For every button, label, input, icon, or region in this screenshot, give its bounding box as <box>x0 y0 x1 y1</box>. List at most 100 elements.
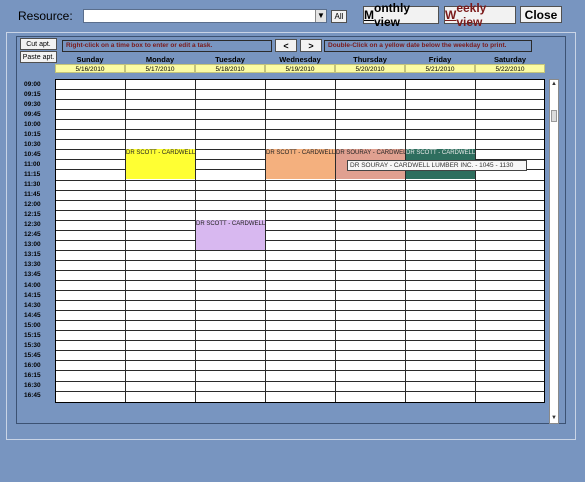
time-label: 16:15 <box>24 371 41 379</box>
monthly-hotkey: M <box>364 8 374 22</box>
day-name: Wednesday <box>279 55 321 64</box>
chevron-down-icon[interactable]: ▼ <box>315 10 326 22</box>
weekly-view-button[interactable]: Weekly view <box>444 1 516 29</box>
monthly-label: onthly view <box>374 1 410 29</box>
time-label: 10:15 <box>24 130 41 138</box>
time-label: 13:45 <box>24 271 41 279</box>
time-label: 14:15 <box>24 291 41 299</box>
week-grid[interactable]: DR SCOTT - CARDWELL DR SCOTT - CARDWELL DR… <box>55 79 545 403</box>
time-label: 11:30 <box>24 181 41 188</box>
time-label: 12:45 <box>24 231 41 239</box>
monthly-view-button[interactable]: Monthly view <box>363 1 439 29</box>
day-date[interactable]: 5/18/2010 <box>195 64 265 73</box>
day-header: Sunday 5/16/2010 <box>55 55 125 73</box>
day-date[interactable]: 5/20/2010 <box>335 64 405 73</box>
edit-hint: Right-click on a time box to enter or ed… <box>62 40 272 52</box>
time-label: 09:00 <box>24 80 41 88</box>
time-label: 13:15 <box>24 251 41 259</box>
cut-appointment-button[interactable]: Cut apt. <box>20 38 57 50</box>
grid-row-line <box>56 360 544 362</box>
grid-row-line <box>56 99 544 101</box>
time-label: 15:00 <box>24 321 41 329</box>
day-header: Saturday 5/22/2010 <box>475 55 545 73</box>
day-date[interactable]: 5/21/2010 <box>405 64 475 73</box>
time-label: 12:15 <box>24 211 41 219</box>
time-label: 10:00 <box>24 120 41 128</box>
weekly-hotkey: W <box>445 8 457 22</box>
resource-dropdown[interactable]: ▼ <box>83 9 327 23</box>
time-label: 15:30 <box>24 341 41 349</box>
grid-row-line <box>56 370 544 372</box>
grid-column-line <box>475 80 476 402</box>
appointment-block[interactable]: DR SCOTT - CARDWELL <box>266 149 335 180</box>
day-date[interactable]: 5/17/2010 <box>125 64 195 73</box>
grid-row-line <box>56 139 544 141</box>
grid-column-line <box>405 80 406 402</box>
time-label: 11:45 <box>24 191 41 199</box>
grid-row-line <box>56 249 544 251</box>
grid-row-line <box>56 300 544 302</box>
time-label: 14:30 <box>24 301 41 309</box>
grid-row-line <box>56 89 544 91</box>
time-label: 12:00 <box>24 201 41 209</box>
time-label: 16:45 <box>24 392 41 400</box>
vertical-scrollbar[interactable]: ▲ ▼ <box>549 79 559 424</box>
weekly-label: eekly view <box>456 1 487 29</box>
day-header: Thursday 5/20/2010 <box>335 55 405 73</box>
grid-row-line <box>56 119 544 121</box>
time-label: 12:30 <box>24 221 41 229</box>
day-header: Tuesday 5/18/2010 <box>195 55 265 73</box>
day-header: Monday 5/17/2010 <box>125 55 195 73</box>
grid-row-line <box>56 269 544 271</box>
appointment-block[interactable]: DR SCOTT - CARDWELL <box>126 149 195 180</box>
time-label: 16:30 <box>24 382 41 389</box>
resource-label: Resource: <box>18 9 73 23</box>
scroll-thumb[interactable] <box>551 110 557 122</box>
time-label: 11:00 <box>24 160 41 168</box>
previous-week-button[interactable]: < <box>275 39 297 52</box>
grid-row-line <box>56 259 544 261</box>
day-date[interactable]: 5/19/2010 <box>265 64 335 73</box>
next-week-button[interactable]: > <box>300 39 322 52</box>
grid-row-line <box>56 320 544 322</box>
day-name: Friday <box>428 55 452 64</box>
grid-row-line <box>56 209 544 211</box>
appointment-block[interactable]: DR SCOTT - CARDWELL <box>196 219 265 250</box>
time-label: 09:15 <box>24 90 41 98</box>
grid-row-line <box>56 350 544 352</box>
time-label: 16:00 <box>24 361 41 369</box>
day-name: Saturday <box>493 55 527 64</box>
paste-appointment-button[interactable]: Paste apt. <box>20 51 57 63</box>
grid-row-line <box>56 199 544 201</box>
scroll-down-icon[interactable]: ▼ <box>550 414 558 423</box>
time-label: 09:45 <box>24 110 41 118</box>
day-header: Friday 5/21/2010 <box>405 55 475 73</box>
time-label: 09:30 <box>24 100 41 108</box>
day-date[interactable]: 5/22/2010 <box>475 64 545 73</box>
time-label: 10:45 <box>24 150 41 158</box>
time-label: 10:30 <box>24 140 41 148</box>
time-label: 13:00 <box>24 241 41 249</box>
grid-column-line <box>335 80 336 402</box>
print-hint: Double-Click on a yellow date below the … <box>324 40 532 52</box>
grid-row-line <box>56 290 544 292</box>
time-label: 11:15 <box>24 170 41 178</box>
scroll-up-icon[interactable]: ▲ <box>550 80 558 89</box>
grid-column-line <box>265 80 266 402</box>
grid-row-line <box>56 109 544 111</box>
grid-row-line <box>56 229 544 231</box>
grid-column-line <box>125 80 126 402</box>
day-date[interactable]: 5/16/2010 <box>55 64 125 73</box>
time-label: 14:00 <box>24 281 41 289</box>
grid-row-line <box>56 219 544 221</box>
grid-row-line <box>56 390 544 392</box>
grid-row-line <box>56 380 544 382</box>
close-button[interactable]: Close <box>520 6 562 23</box>
all-button[interactable]: All <box>331 10 347 23</box>
grid-row-line <box>56 239 544 241</box>
time-label: 13:30 <box>24 261 41 269</box>
time-label: 15:45 <box>24 351 41 359</box>
day-name: Tuesday <box>215 55 245 64</box>
grid-row-line <box>56 310 544 312</box>
grid-row-line <box>56 189 544 191</box>
